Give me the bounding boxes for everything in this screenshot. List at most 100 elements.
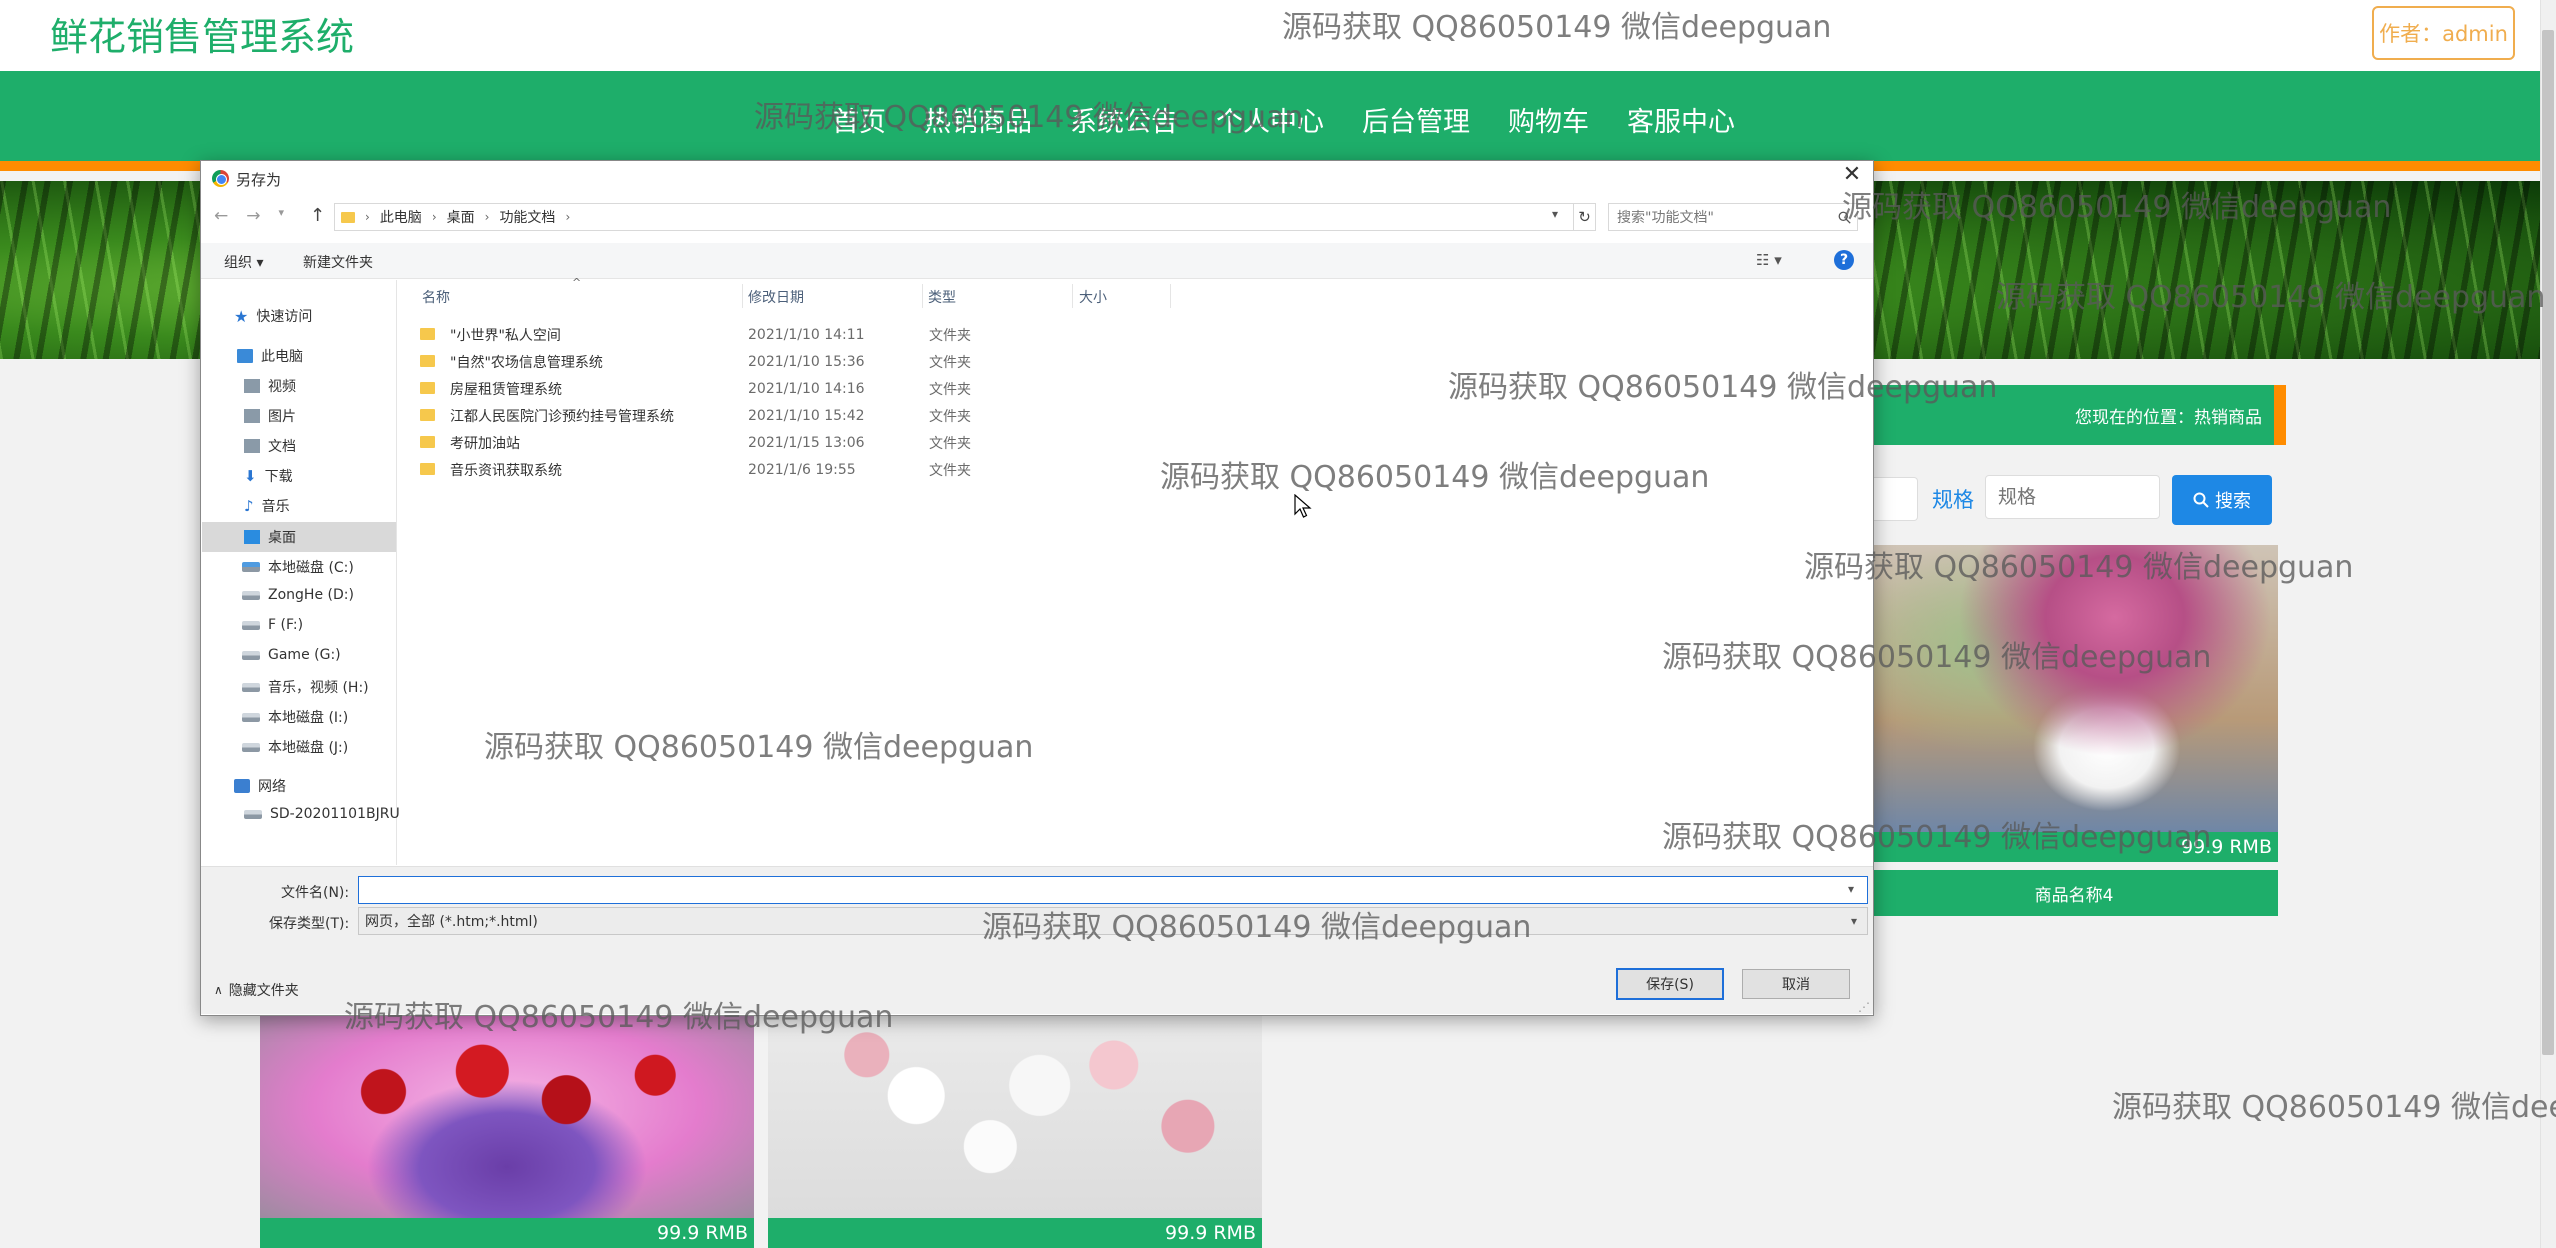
author-button[interactable]: 作者：admin xyxy=(2372,6,2515,60)
nav-downloads[interactable]: ⬇ 下载 xyxy=(244,466,293,486)
nav-drive-g[interactable]: Game (G:) xyxy=(242,647,341,663)
nav-network-computer[interactable]: SD-20201101BJRU xyxy=(244,806,400,822)
chevron-down-icon[interactable]: ▾ xyxy=(1848,882,1854,896)
nav-item-label: F (F:) xyxy=(268,617,304,633)
nav-customer-service[interactable]: 客服中心 xyxy=(1627,100,1735,139)
refresh-icon[interactable]: ↻ xyxy=(1574,203,1596,231)
product-image-daisies[interactable] xyxy=(768,1014,1262,1218)
search-icon xyxy=(2193,492,2209,508)
nav-quick-access[interactable]: ★ 快速访问 xyxy=(234,306,312,326)
product-price: 99.9 RMB xyxy=(260,1218,754,1248)
nav-item-label: 文档 xyxy=(268,439,296,455)
desktop-icon xyxy=(244,530,260,544)
nav-drive-d[interactable]: ZongHe (D:) xyxy=(242,587,354,603)
folder-search-input[interactable]: 搜索"功能文档" xyxy=(1608,203,1858,231)
hide-folders-toggle[interactable]: ∧ 隐藏文件夹 xyxy=(214,980,299,1000)
column-divider[interactable] xyxy=(742,284,743,308)
up-arrow-icon[interactable]: ↑ xyxy=(310,205,325,226)
file-name: 房屋租赁管理系统 xyxy=(450,382,562,398)
file-row[interactable]: 江都人民医院门诊预约挂号管理系统 2021/1/10 15:42 文件夹 xyxy=(420,403,1180,429)
nav-home[interactable]: 首页 xyxy=(832,100,886,139)
folder-icon xyxy=(420,436,435,448)
nav-drive-c[interactable]: 本地磁盘 (C:) xyxy=(242,557,354,577)
nav-videos[interactable]: 视频 xyxy=(244,376,296,396)
nav-hot-products[interactable]: 热销商品 xyxy=(924,100,1032,139)
file-row[interactable]: "自然"农场信息管理系统 2021/1/10 15:36 文件夹 xyxy=(420,349,1180,375)
folder-icon xyxy=(420,382,435,394)
product-image-4[interactable] xyxy=(1870,545,2278,835)
nav-item-label: 音乐 xyxy=(261,499,290,515)
resize-grip-icon[interactable]: ⋰ xyxy=(1858,1000,1870,1014)
nav-item-label: 视频 xyxy=(268,379,296,395)
file-row[interactable]: 考研加油站 2021/1/15 13:06 文件夹 xyxy=(420,430,1180,456)
save-button[interactable]: 保存(S) xyxy=(1616,968,1724,1000)
nav-network[interactable]: 网络 xyxy=(234,776,286,796)
search-button-label: 搜索 xyxy=(2215,491,2251,512)
view-options-icon[interactable]: ☷ ▾ xyxy=(1756,251,1782,269)
breadcrumb-desktop[interactable]: 桌面 xyxy=(447,207,475,227)
column-size[interactable]: 大小 xyxy=(1079,287,1107,307)
nav-item-label: 桌面 xyxy=(268,530,296,546)
nav-documents[interactable]: 文档 xyxy=(244,436,296,456)
back-arrow-icon[interactable]: ← xyxy=(214,206,228,226)
file-date: 2021/1/10 14:16 xyxy=(748,381,865,397)
cancel-button[interactable]: 取消 xyxy=(1742,969,1850,999)
filename-input[interactable] xyxy=(358,876,1868,904)
nav-drive-i[interactable]: 本地磁盘 (I:) xyxy=(242,707,348,727)
nav-item-label: 快速访问 xyxy=(256,309,313,325)
recent-dropdown-icon[interactable]: ▾ xyxy=(279,206,285,226)
column-name[interactable]: 名称 xyxy=(422,287,450,307)
nav-desktop[interactable]: 桌面 xyxy=(202,522,396,552)
help-icon[interactable]: ? xyxy=(1834,250,1854,270)
nav-drive-h[interactable]: 音乐，视频 (H:) xyxy=(242,677,369,697)
nav-item-label: 音乐，视频 (H:) xyxy=(268,680,369,696)
column-date[interactable]: 修改日期 xyxy=(748,287,804,307)
nav-admin[interactable]: 后台管理 xyxy=(1362,100,1470,139)
history-arrows: ← → ▾ xyxy=(214,206,284,226)
search-button[interactable]: 搜索 xyxy=(2172,475,2272,525)
column-divider[interactable] xyxy=(1170,284,1171,308)
nav-item-label: 下载 xyxy=(264,469,293,485)
folder-icon xyxy=(420,463,435,475)
nav-announcements[interactable]: 系统公告 xyxy=(1070,100,1178,139)
file-type: 文件夹 xyxy=(929,328,971,344)
file-row[interactable]: "小世界"私人空间 2021/1/10 14:11 文件夹 xyxy=(420,322,1180,348)
spec-input[interactable] xyxy=(1985,475,2160,519)
breadcrumb-folder[interactable]: 功能文档 xyxy=(499,207,555,227)
dialog-title: 另存为 xyxy=(236,171,282,189)
new-folder-button[interactable]: 新建文件夹 xyxy=(303,252,373,272)
filetype-select[interactable]: 网页，全部 (*.htm;*.html) ▾ xyxy=(358,907,1868,935)
computer-icon xyxy=(244,809,262,819)
organize-menu[interactable]: 组织 ▾ xyxy=(224,252,263,272)
product-image-roses[interactable] xyxy=(260,1014,754,1218)
column-type[interactable]: 类型 xyxy=(928,287,956,307)
forward-arrow-icon[interactable]: → xyxy=(246,206,260,226)
chevron-right-icon: › xyxy=(365,210,370,224)
chevron-down-icon[interactable]: ▾ xyxy=(1552,207,1558,221)
nav-personal-center[interactable]: 个人中心 xyxy=(1216,100,1324,139)
chevron-up-icon: ∧ xyxy=(214,983,223,997)
watermark: 源码获取 QQ86050149 微信deepguan xyxy=(2112,1090,2556,1125)
nav-item-label: 网络 xyxy=(258,779,286,795)
nav-cart[interactable]: 购物车 xyxy=(1508,100,1589,139)
nav-pictures[interactable]: 图片 xyxy=(244,406,296,426)
breadcrumb-this-pc[interactable]: 此电脑 xyxy=(380,207,422,227)
file-row[interactable]: 房屋租赁管理系统 2021/1/10 14:16 文件夹 xyxy=(420,376,1180,402)
column-divider[interactable] xyxy=(922,284,923,308)
nav-music[interactable]: ♪ 音乐 xyxy=(244,496,290,516)
file-type: 文件夹 xyxy=(929,409,971,425)
name-search-input[interactable] xyxy=(1870,477,1918,521)
file-row[interactable]: 音乐资讯获取系统 2021/1/6 19:55 文件夹 xyxy=(420,457,1180,483)
sort-caret-icon: ^ xyxy=(572,276,582,289)
product-name[interactable]: 商品名称4 xyxy=(1870,870,2278,916)
nav-drive-j[interactable]: 本地磁盘 (J:) xyxy=(242,737,348,757)
scrollbar-thumb[interactable] xyxy=(2542,30,2554,1055)
file-type: 文件夹 xyxy=(929,382,971,398)
nav-this-pc[interactable]: 此电脑 xyxy=(237,346,303,366)
nav-item-label: SD-20201101BJRU xyxy=(270,806,400,822)
address-bar[interactable]: › 此电脑 › 桌面 › 功能文档 › xyxy=(334,203,1574,231)
column-divider[interactable] xyxy=(1072,284,1073,308)
close-icon[interactable]: ✕ xyxy=(1840,163,1864,187)
chevron-down-icon: ▾ xyxy=(1850,914,1857,928)
nav-drive-f[interactable]: F (F:) xyxy=(242,617,303,633)
